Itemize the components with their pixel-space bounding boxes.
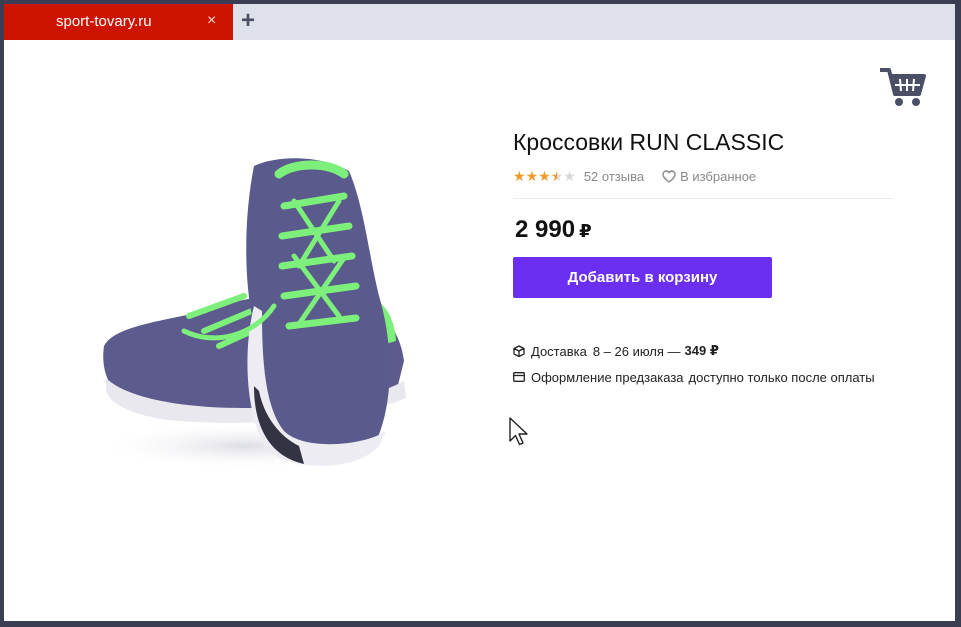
star-icon: ★ (525, 168, 539, 184)
box-icon (513, 345, 525, 357)
active-tab[interactable]: sport-tovary.ru × (4, 4, 233, 40)
product-title: Кроссовки RUN CLASSIC (513, 129, 785, 155)
preorder-info: Оформление предзаказа доступно только по… (513, 369, 875, 385)
browser-window: sport-tovary.ru × + Кроссовки RUN CLASSI… (4, 4, 955, 621)
preorder-note: доступно только после оплаты (688, 369, 875, 385)
delivery-price: 349 ₽ (684, 343, 719, 358)
add-to-cart-button[interactable]: Добавить в корзину (513, 257, 772, 298)
star-half-icon: ★ (550, 168, 564, 184)
product-price: 2 990 ₽ (515, 216, 592, 244)
star-empty-icon: ★ (563, 168, 576, 184)
delivery-dates: 8 – 26 июля — (592, 343, 681, 359)
delivery-info: Доставка 8 – 26 июля — 349 ₽ (513, 343, 719, 359)
card-icon (513, 372, 525, 382)
delivery-label: Доставка (531, 343, 587, 359)
rating-row: ★ ★ ★ ★ ★ 52 отзыва В избранное (513, 167, 756, 185)
favorite-button[interactable]: В избранное (662, 169, 756, 184)
price-value: 2 990 (515, 216, 576, 243)
star-icon: ★ (513, 168, 526, 184)
favorite-label: В избранное (680, 168, 757, 184)
heart-icon (662, 169, 676, 183)
preorder-label: Оформление предзаказа (531, 369, 684, 385)
product-image (94, 146, 424, 481)
divider (513, 198, 893, 199)
star-icon: ★ (538, 168, 551, 184)
shopping-cart-icon[interactable] (879, 66, 926, 108)
tab-bar: sport-tovary.ru × + (4, 4, 955, 40)
new-tab-button[interactable]: + (237, 9, 259, 33)
reviews-link[interactable]: 52 отзыва (584, 169, 644, 184)
tab-title: sport-tovary.ru (56, 13, 152, 30)
price-currency: ₽ (579, 221, 592, 241)
mouse-pointer-icon (509, 417, 531, 447)
rating-stars: ★ ★ ★ ★ ★ (513, 169, 576, 183)
tab-close-icon[interactable]: × (207, 12, 216, 30)
